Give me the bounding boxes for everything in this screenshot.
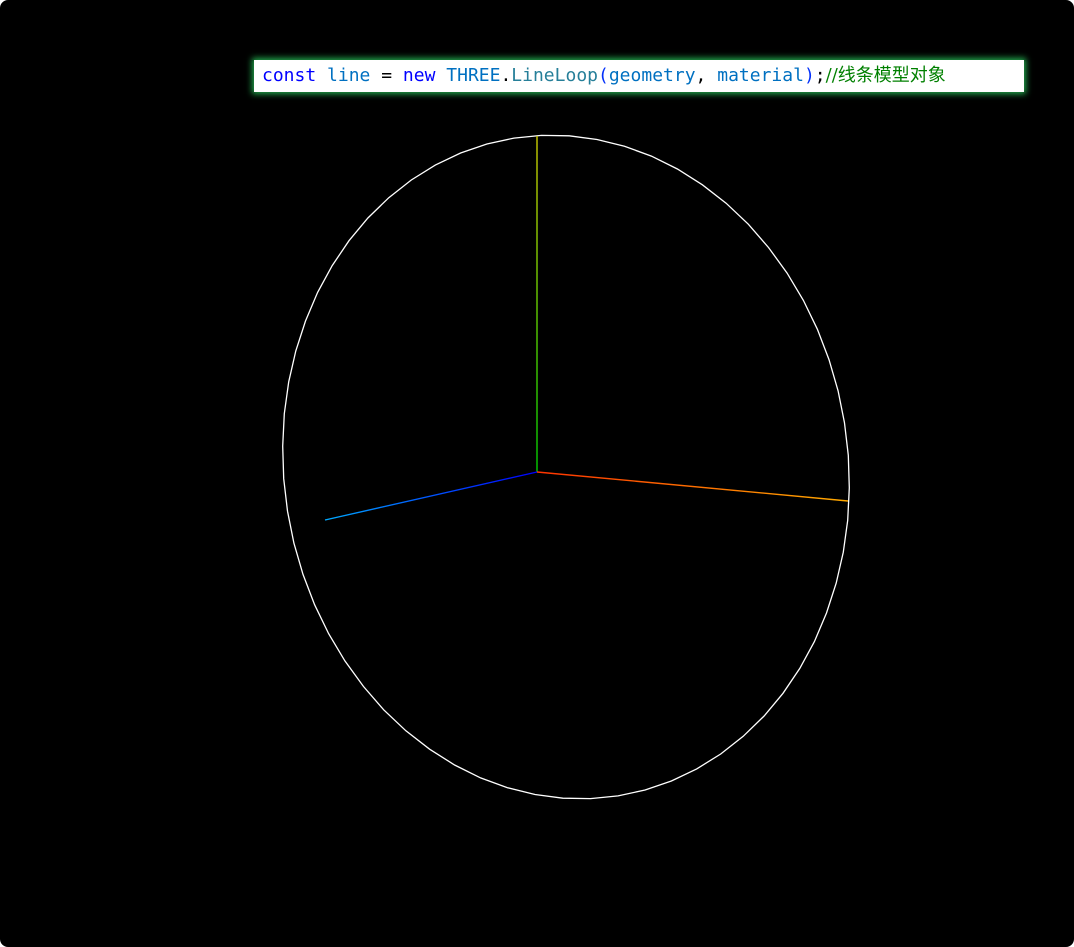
scene-svg [282,134,850,800]
code-comment: //线条模型对象 [825,65,946,86]
x-axis-line [536,471,849,502]
code-token: line [327,65,371,86]
code-snippet-label: const line = new THREE. LineLoop(geometry… [254,60,1024,92]
code-token: LineLoop [511,65,598,86]
threejs-canvas[interactable]: const line = new THREE. LineLoop(geometry… [0,0,1074,947]
code-token: ( [598,65,609,86]
code-token: ) [803,65,815,86]
code-token: . [500,65,512,86]
code-token: , [695,65,718,86]
code-token: geometry [608,65,696,86]
line-loop-circle [282,134,850,800]
z-axis-line [324,471,538,521]
code-token: THREE [446,65,501,86]
code-token: new [402,65,436,86]
code-token: const [262,65,317,86]
code-token: material [717,65,804,86]
code-token: = [370,65,403,86]
code-token: ; [814,65,826,86]
